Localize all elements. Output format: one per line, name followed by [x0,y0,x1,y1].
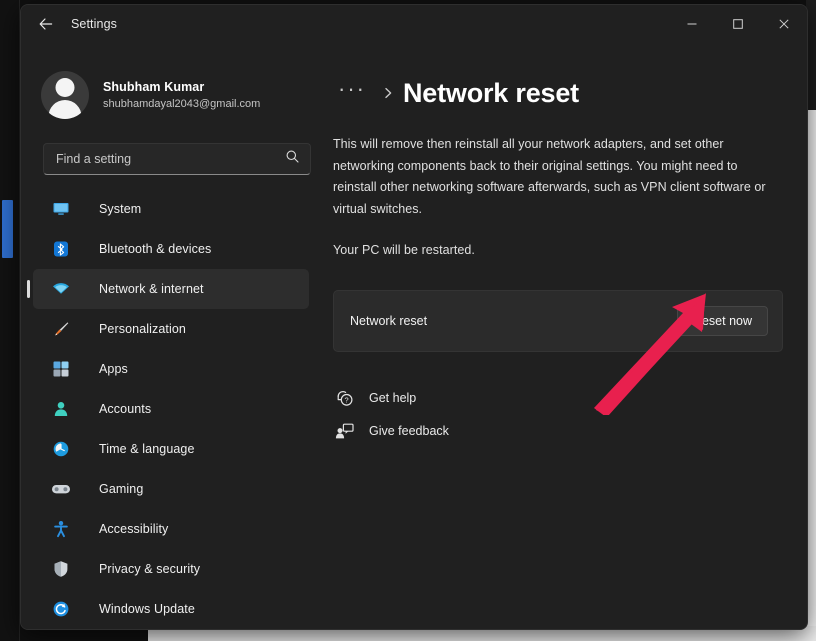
maximize-icon[interactable] [715,5,761,43]
sidebar-item-label: Personalization [99,322,186,336]
settings-window: Settings [20,4,808,630]
person-icon [51,399,71,419]
sidebar-item-label: Network & internet [99,282,204,296]
svg-text:?: ? [344,395,348,404]
background-accent-strip [2,200,13,258]
window-body: Shubham Kumar shubhamdayal2043@gmail.com [21,43,807,630]
sidebar-item-label: Accessibility [99,522,168,536]
paintbrush-icon [51,319,71,339]
support-links: ? Get help Give feedback [333,382,779,448]
sidebar-item-accessibility[interactable]: Accessibility [33,509,309,549]
description-primary: This will remove then reinstall all your… [333,134,773,220]
background-left-column [0,0,20,641]
get-help-link[interactable]: ? Get help [333,382,483,415]
sidebar-item-personalization[interactable]: Personalization [33,309,309,349]
sidebar-item-label: Bluetooth & devices [99,242,211,256]
clock-icon [51,439,71,459]
search-icon[interactable] [285,149,300,169]
sidebar: Shubham Kumar shubhamdayal2043@gmail.com [21,43,321,630]
search-box[interactable] [43,143,311,175]
link-label: Get help [369,391,416,405]
sidebar-item-label: Gaming [99,482,143,496]
accessibility-icon [51,519,71,539]
sidebar-item-network-internet[interactable]: Network & internet [33,269,309,309]
sidebar-item-label: Privacy & security [99,562,200,576]
sidebar-item-time-language[interactable]: Time & language [33,429,309,469]
shield-icon [51,559,71,579]
search-input[interactable] [56,152,285,166]
sidebar-nav-list: System Bluetooth & devices [21,189,321,629]
window-title: Settings [71,17,117,31]
sidebar-item-system[interactable]: System [33,189,309,229]
help-question-icon: ? [333,387,355,409]
sidebar-item-label: Accounts [99,402,151,416]
apps-grid-icon [51,359,71,379]
monitor-icon [51,199,71,219]
account-name: Shubham Kumar [103,79,260,95]
link-label: Give feedback [369,424,449,438]
sidebar-item-apps[interactable]: Apps [33,349,309,389]
sidebar-item-accounts[interactable]: Accounts [33,389,309,429]
main-content: ··· Network reset This will remove then … [321,43,807,630]
sidebar-item-windows-update[interactable]: Windows Update [33,589,309,629]
user-avatar-icon [41,71,89,119]
minimize-icon[interactable] [669,5,715,43]
account-card[interactable]: Shubham Kumar shubhamdayal2043@gmail.com [33,65,307,125]
description-secondary: Your PC will be restarted. [333,240,773,262]
sidebar-item-gaming[interactable]: Gaming [33,469,309,509]
feedback-chat-icon [333,420,355,442]
update-sync-icon [51,599,71,619]
gamepad-icon [51,479,71,499]
sidebar-item-label: Windows Update [99,602,195,616]
give-feedback-link[interactable]: Give feedback [333,415,483,448]
sidebar-item-label: Time & language [99,442,195,456]
sidebar-item-bluetooth-devices[interactable]: Bluetooth & devices [33,229,309,269]
chevron-right-icon [381,86,395,100]
sidebar-item-privacy-security[interactable]: Privacy & security [33,549,309,589]
card-label: Network reset [350,314,427,328]
sidebar-item-label: System [99,202,141,216]
title-bar: Settings [21,5,807,43]
account-email: shubhamdayal2043@gmail.com [103,97,260,111]
account-text: Shubham Kumar shubhamdayal2043@gmail.com [103,79,260,112]
breadcrumb-overflow-button[interactable]: ··· [333,76,371,102]
sidebar-item-label: Apps [99,362,128,376]
page-title: Network reset [403,78,579,109]
back-arrow-icon[interactable] [29,9,63,39]
breadcrumb: ··· Network reset [333,73,779,113]
reset-now-button[interactable]: Reset now [677,306,768,336]
bluetooth-icon [51,239,71,259]
wifi-icon [51,279,71,299]
close-icon[interactable] [761,5,807,43]
window-controls [669,5,807,43]
network-reset-card: Network reset Reset now [333,290,783,352]
